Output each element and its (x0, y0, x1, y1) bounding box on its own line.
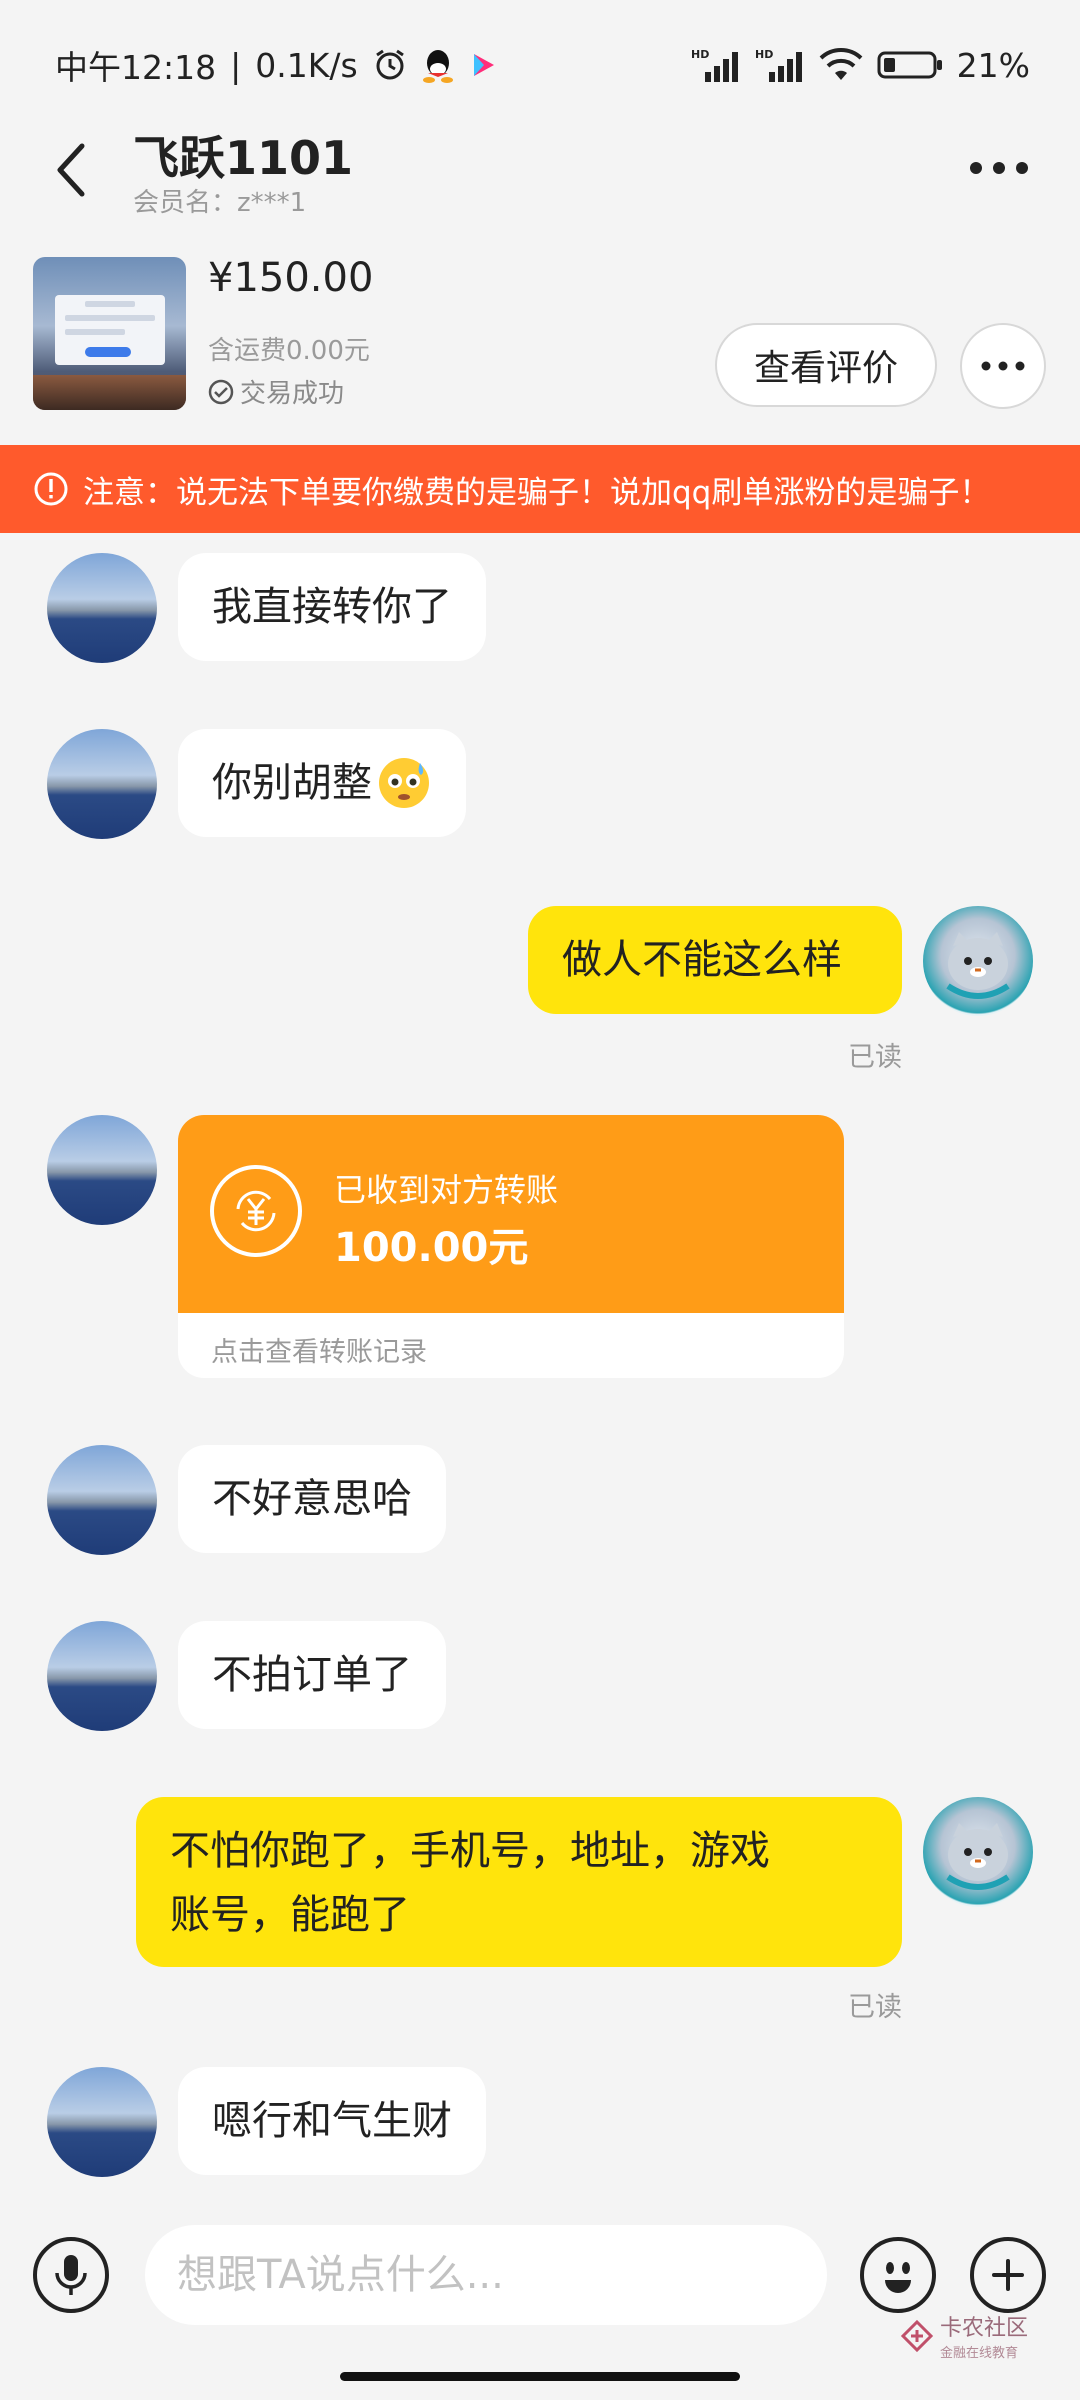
back-button[interactable] (40, 130, 100, 210)
item-thumbnail[interactable] (33, 257, 186, 410)
avatar[interactable] (923, 1797, 1033, 1907)
page-title: 飞跃1101 (133, 131, 354, 185)
status-right: HD HD 21% (691, 46, 1030, 85)
anxious-face-emoji-icon (379, 758, 429, 808)
home-indicator[interactable] (340, 2372, 740, 2381)
message-bubble[interactable]: 不怕你跑了，手机号，地址，游戏 账号，能跑了 (136, 1797, 902, 1967)
voice-button[interactable] (33, 2237, 109, 2313)
watermark: 卡农社区 金融在线教育 (900, 2310, 1028, 2361)
warning-icon (34, 472, 68, 506)
read-status: 已读 (848, 1042, 902, 1073)
message-bubble[interactable]: 不拍订单了 (178, 1621, 446, 1729)
battery-percent: 21% (956, 45, 1030, 85)
watermark-name: 卡农社区 (940, 2316, 1029, 2341)
more-dots-icon (981, 361, 1025, 371)
message-input[interactable] (145, 2225, 827, 2325)
message-line-2: 账号，能跑了 (170, 1892, 410, 1938)
item-price: ¥150.00 (208, 255, 374, 301)
network-2-label: HD (755, 48, 773, 61)
watermark-tagline: 金融在线教育 (940, 2346, 1019, 2361)
network-1-label: HD (691, 48, 709, 61)
warning-text: 注意：说无法下单要你缴费的是骗子！说加qq刷单涨粉的是骗子！ (83, 474, 991, 511)
avatar[interactable] (923, 906, 1033, 1016)
avatar[interactable] (47, 553, 157, 663)
transfer-card[interactable]: 已收到对方转账 100.00元 点击查看转账记录 (178, 1115, 844, 1378)
emoji-button[interactable] (860, 2237, 936, 2313)
status-time: 中午12:18 (55, 48, 217, 87)
transfer-record-link[interactable]: 点击查看转账记录 (211, 1330, 427, 1369)
battery-icon (877, 49, 943, 81)
more-options-button[interactable] (964, 138, 1034, 198)
qq-icon (422, 47, 454, 83)
smiley-icon (885, 2262, 911, 2293)
message-bubble[interactable]: 嗯行和气生财 (178, 2067, 486, 2175)
status-left: 中午12:18 | 0.1K/s (55, 41, 498, 89)
chevron-left-icon (57, 143, 85, 197)
signal-icon-2: HD (755, 48, 805, 82)
warning-banner: 注意：说无法下单要你缴费的是骗子！说加qq刷单涨粉的是骗子！ (0, 445, 1080, 533)
read-status: 已读 (848, 1992, 902, 2023)
avatar[interactable] (47, 729, 157, 839)
status-speed: 0.1K/s (255, 45, 358, 85)
avatar[interactable] (47, 2067, 157, 2177)
alarm-icon (372, 47, 408, 83)
plus-icon (992, 2259, 1024, 2291)
view-review-button[interactable]: 查看评价 (715, 323, 937, 407)
more-dots-icon (970, 162, 1028, 174)
transfer-label: 已收到对方转账 (334, 1171, 559, 1209)
check-circle-icon (208, 379, 234, 404)
member-name: 会员名：z***1 (133, 188, 307, 218)
item-shipping: 含运费0.00元 (208, 336, 370, 366)
transfer-amount: 100.00元 (334, 1225, 529, 1271)
avatar[interactable] (47, 1621, 157, 1731)
trade-status-label: 交易成功 (240, 379, 345, 409)
transfer-card-header: 已收到对方转账 100.00元 (178, 1115, 844, 1313)
add-more-button[interactable] (970, 2237, 1046, 2313)
message-bubble[interactable]: 不好意思哈 (178, 1445, 446, 1553)
wifi-icon (819, 48, 863, 82)
thumbnail-form-graphic (55, 295, 165, 365)
cat-avatar-icon (946, 932, 1010, 999)
chat-header: 飞跃1101 会员名：z***1 (0, 120, 1080, 240)
avatar[interactable] (47, 1115, 157, 1225)
message-text: 你别胡整 (212, 760, 372, 806)
message-bubble[interactable]: 我直接转你了 (178, 553, 486, 661)
signal-icon: HD (691, 48, 741, 82)
community-logo-icon (900, 2319, 934, 2352)
video-app-icon (468, 50, 498, 80)
message-line-1: 不怕你跑了，手机号，地址，游戏 (170, 1828, 770, 1874)
item-more-button[interactable] (960, 323, 1046, 409)
microphone-icon (55, 2255, 87, 2295)
message-bubble[interactable]: 你别胡整 (178, 729, 466, 837)
cat-avatar-icon (946, 1823, 1010, 1890)
trade-status: 交易成功 (208, 373, 344, 410)
yuan-transfer-icon (210, 1165, 302, 1257)
status-bar: 中午12:18 | 0.1K/s HD HD 21% (0, 0, 1080, 130)
item-card: ¥150.00 含运费0.00元 交易成功 查看评价 (0, 245, 1080, 445)
thumbnail-bridge-graphic (33, 375, 186, 410)
avatar[interactable] (47, 1445, 157, 1555)
message-bubble[interactable]: 做人不能这么样 (528, 906, 902, 1014)
status-separator: | (230, 45, 242, 85)
